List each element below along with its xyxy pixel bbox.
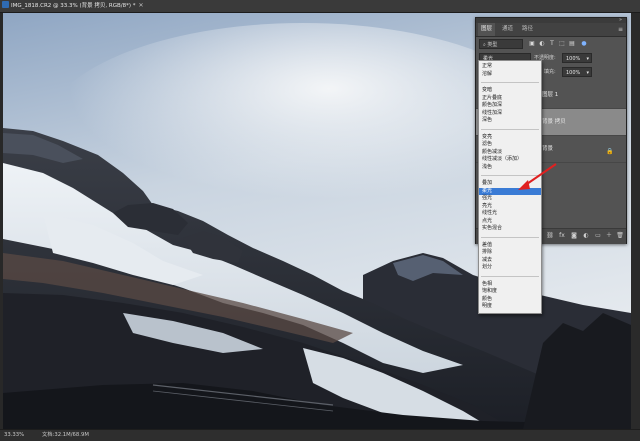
menu-separator: [481, 236, 539, 238]
blend-mode-option[interactable]: 变暗: [479, 87, 541, 94]
filter-label: 类型: [487, 42, 498, 48]
type-filter-icon[interactable]: T: [548, 40, 556, 48]
pixel-filter-icon[interactable]: ▣: [528, 40, 536, 48]
layer-style-icon[interactable]: fx: [558, 232, 566, 240]
shape-filter-icon[interactable]: ⬚: [558, 40, 566, 48]
blend-mode-option[interactable]: 深色: [479, 117, 541, 124]
new-group-icon[interactable]: ▭: [594, 232, 602, 240]
menu-separator: [481, 128, 539, 130]
blend-mode-option[interactable]: 强光: [479, 195, 541, 202]
blend-mode-option[interactable]: 颜色: [479, 296, 541, 303]
filter-toggle-icon[interactable]: ●: [580, 40, 588, 48]
chevron-down-icon: ▾: [586, 70, 589, 76]
blend-mode-option[interactable]: 正片叠底: [479, 95, 541, 102]
layer-name: 背景 拷贝: [542, 119, 566, 125]
blend-mode-option[interactable]: 明度: [479, 303, 541, 310]
photoshop-doc-icon: [2, 1, 9, 8]
layer-filter-select[interactable]: ⌕ 类型: [479, 39, 523, 49]
blend-mode-option[interactable]: 正常: [479, 63, 541, 70]
opacity-field[interactable]: 100% ▾: [562, 53, 592, 63]
menu-separator: [481, 82, 539, 83]
lock-icon: 🔒: [606, 148, 614, 155]
blend-mode-option[interactable]: 线性加深: [479, 110, 541, 117]
menu-separator: [481, 275, 539, 277]
blend-mode-option[interactable]: 减去: [479, 257, 541, 264]
close-tab-icon[interactable]: ✕: [139, 3, 145, 9]
zoom-readout[interactable]: 33.33%: [4, 430, 24, 441]
adjustment-layer-icon[interactable]: ◐: [582, 232, 590, 240]
blend-mode-option[interactable]: 饱和度: [479, 288, 541, 295]
document-titlebar: IMG_1818.CR2 @ 33.3% (背景 拷贝, RGB/8*) * ✕: [0, 0, 640, 13]
link-layers-icon[interactable]: ⛓: [546, 232, 554, 240]
blend-mode-option[interactable]: 差值: [479, 242, 541, 249]
vertical-scroll-area[interactable]: [631, 13, 640, 429]
opacity-value: 100%: [566, 56, 581, 62]
blend-mode-option[interactable]: 色相: [479, 281, 541, 288]
blend-mode-option[interactable]: 颜色减淡: [479, 149, 541, 156]
panel-tabs: 图层 通道 路径 ≡: [476, 23, 626, 37]
annotation-arrow: [518, 163, 557, 190]
blend-mode-option[interactable]: 线性光: [479, 210, 541, 217]
adjustment-filter-icon[interactable]: ◐: [538, 40, 546, 48]
tab-paths[interactable]: 路径: [522, 23, 533, 36]
blend-mode-option[interactable]: 滤色: [479, 141, 541, 148]
blend-mode-option[interactable]: 变亮: [479, 134, 541, 141]
document-size: 文档:32.1M/68.9M: [42, 432, 89, 438]
fill-label: 填充:: [544, 69, 556, 75]
fill-value: 100%: [566, 70, 581, 76]
new-layer-icon[interactable]: ＋: [605, 232, 613, 240]
status-bar: 33.33% 文档:32.1M/68.9M: [0, 429, 640, 441]
search-icon: ⌕: [483, 42, 486, 48]
blend-mode-option[interactable]: 亮光: [479, 203, 541, 210]
tab-layers[interactable]: 图层: [478, 23, 496, 36]
tab-channels[interactable]: 通道: [502, 23, 513, 36]
fill-field[interactable]: 100% ▾: [562, 67, 592, 77]
blend-mode-option[interactable]: 颜色加深: [479, 102, 541, 109]
document-tab[interactable]: IMG_1818.CR2 @ 33.3% (背景 拷贝, RGB/8*) * ✕: [2, 0, 145, 12]
layer-name: 图层 1: [542, 92, 559, 98]
trash-icon[interactable]: 🗑: [616, 232, 624, 240]
blend-mode-option[interactable]: 划分: [479, 264, 541, 271]
blend-mode-option[interactable]: 溶解: [479, 71, 541, 78]
smartobject-filter-icon[interactable]: ▤: [568, 40, 576, 48]
blend-mode-option[interactable]: 点光: [479, 218, 541, 225]
document-title: IMG_1818.CR2 @ 33.3% (背景 拷贝, RGB/8*) *: [11, 3, 136, 9]
add-mask-icon[interactable]: ◙: [570, 232, 578, 240]
chevron-down-icon: ▾: [586, 56, 589, 62]
layer-name: 背景: [542, 146, 554, 152]
panel-menu-icon[interactable]: ≡: [618, 26, 623, 33]
blend-mode-option[interactable]: 排除: [479, 249, 541, 256]
blend-mode-option[interactable]: 实色混合: [479, 225, 541, 232]
